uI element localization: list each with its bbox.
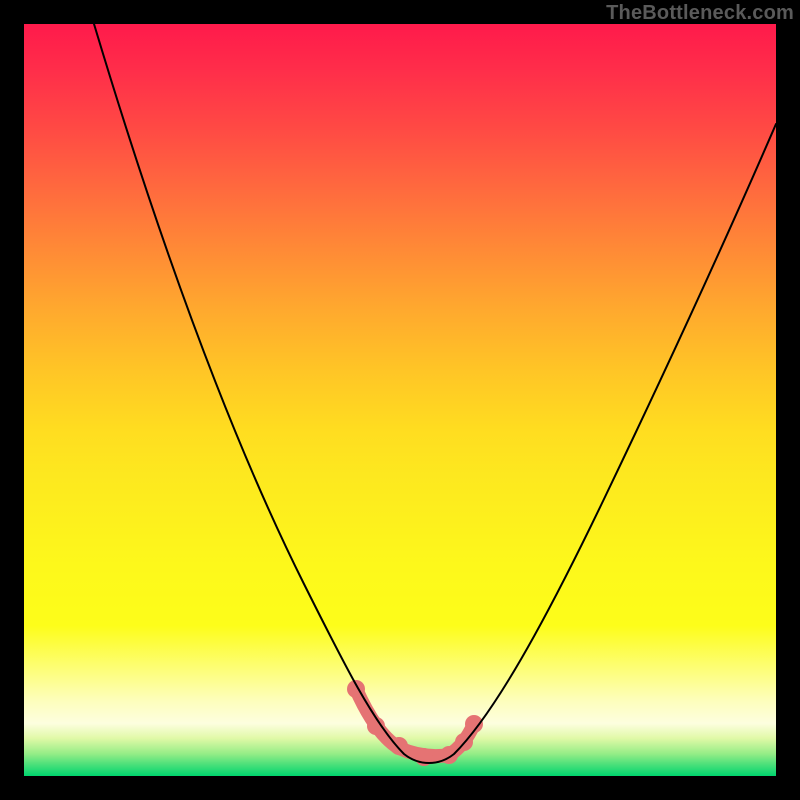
watermark-text: TheBottleneck.com [606, 2, 794, 25]
optimal-region-marker [347, 680, 483, 766]
chart-svg [24, 24, 776, 776]
chart-frame: TheBottleneck.com [0, 0, 800, 800]
plot-area [24, 24, 776, 776]
bottleneck-curve [94, 24, 776, 763]
